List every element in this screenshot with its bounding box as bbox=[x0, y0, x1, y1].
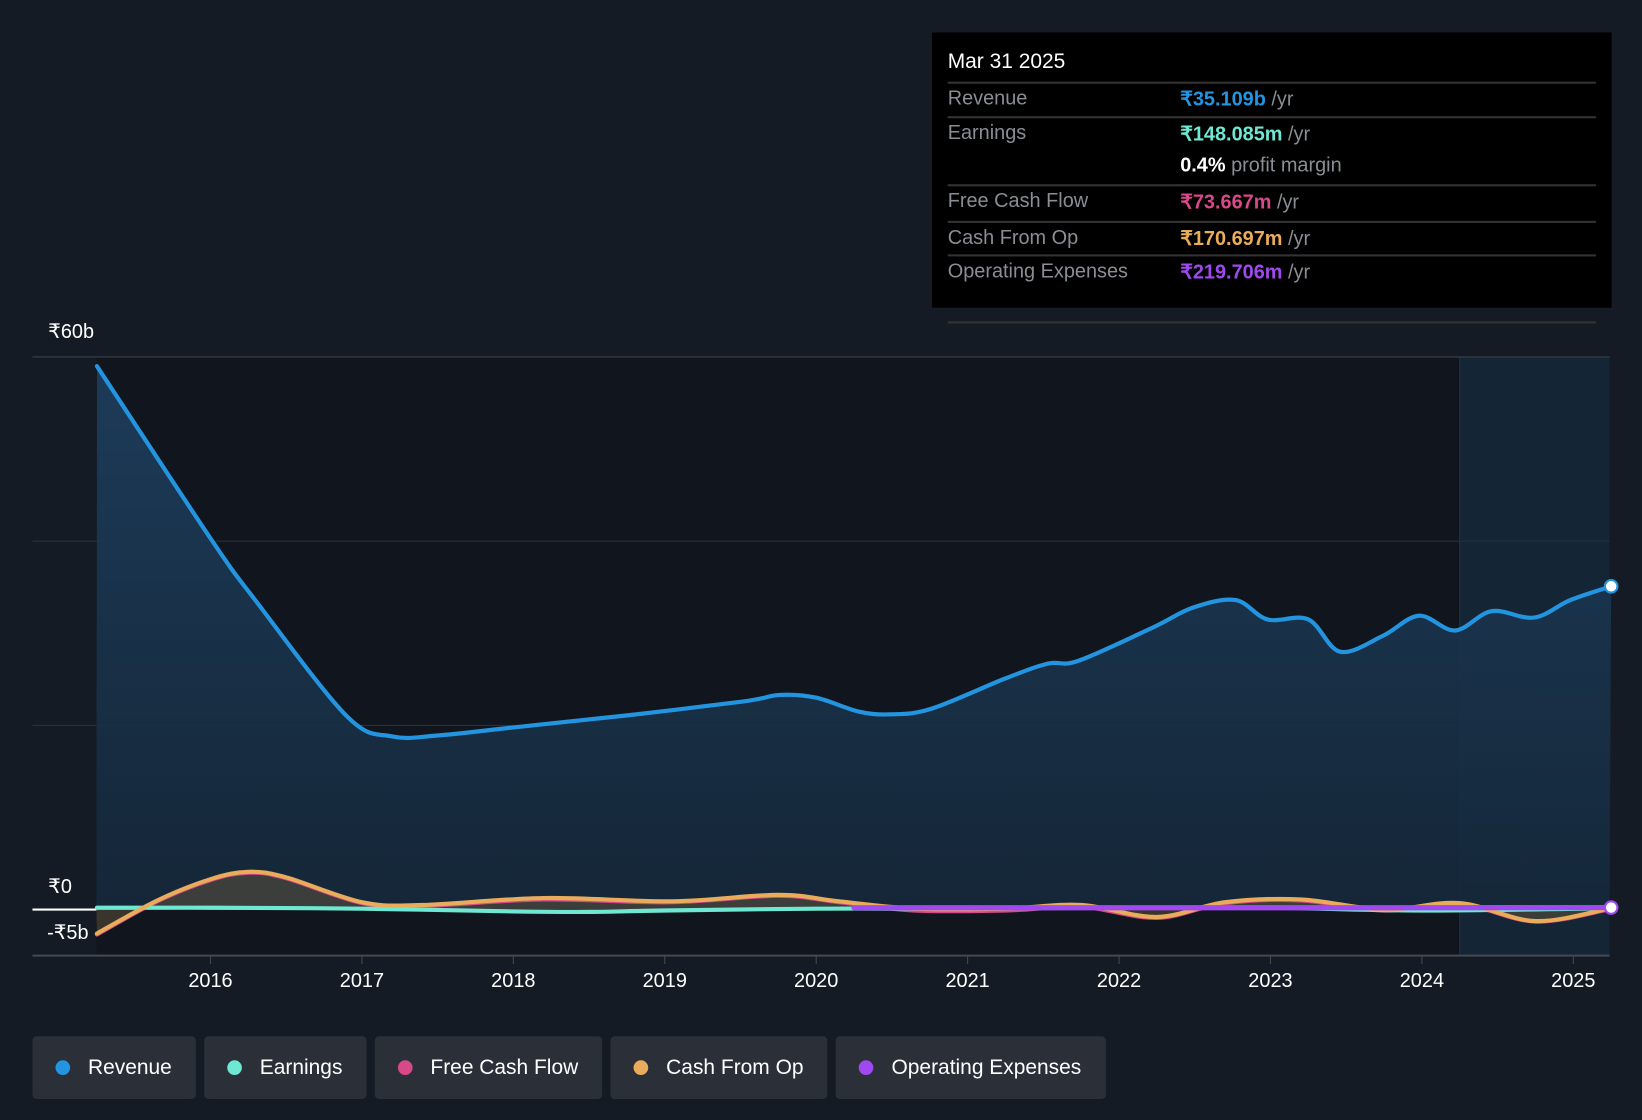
x-tick-label: 2024 bbox=[1399, 970, 1445, 993]
y-tick-label: ₹60b bbox=[48, 321, 95, 344]
legend-item-free-cash-flow[interactable]: Free Cash Flow bbox=[374, 1036, 603, 1100]
x-tick-label: 2021 bbox=[945, 970, 990, 993]
legend: Revenue Earnings Free Cash Flow Cash From O… bbox=[32, 1036, 1106, 1100]
x-tick-label: 2020 bbox=[794, 970, 839, 993]
unit-text: /yr bbox=[1282, 228, 1311, 251]
legend-label: Operating Expenses bbox=[891, 1055, 1082, 1079]
tooltip-value: 0.4% profit margin bbox=[1180, 155, 1341, 178]
value-text: ₹170.697m bbox=[1180, 228, 1283, 251]
tooltip-row: Free Cash Flow ₹73.667m /yr bbox=[947, 184, 1596, 220]
legend-label: Earnings bbox=[259, 1055, 343, 1079]
unit-text: /yr bbox=[1271, 191, 1300, 214]
tooltip-label: Cash From Op bbox=[947, 227, 1079, 250]
tooltip-label: Operating Expenses bbox=[947, 260, 1129, 283]
y-tick-label: -₹5b bbox=[47, 922, 89, 945]
tooltip-date: Mar 31 2025 bbox=[947, 50, 1066, 74]
legend-label: Revenue bbox=[87, 1055, 172, 1079]
legend-item-revenue[interactable]: Revenue bbox=[32, 1036, 196, 1100]
tooltip: Mar 31 2025 Revenue ₹35.109b /yr Earnings ₹… bbox=[932, 32, 1612, 324]
value-text: ₹219.706m bbox=[1180, 261, 1283, 284]
legend-label: Free Cash Flow bbox=[430, 1055, 579, 1079]
legend-dot-icon bbox=[55, 1060, 71, 1075]
tooltip-value: ₹219.706m /yr bbox=[1180, 261, 1310, 285]
tooltip-value: ₹170.697m /yr bbox=[1180, 227, 1310, 251]
x-tick-label: 2018 bbox=[491, 970, 536, 993]
legend-item-earnings[interactable]: Earnings bbox=[204, 1036, 367, 1100]
unit-text: /yr bbox=[1282, 261, 1311, 284]
legend-dot-icon bbox=[633, 1060, 649, 1075]
legend-item-operating-expenses[interactable]: Operating Expenses bbox=[835, 1036, 1106, 1100]
tooltip-value: ₹73.667m /yr bbox=[1180, 190, 1299, 214]
value-text: 0.4% bbox=[1180, 154, 1226, 177]
revenue-end-marker bbox=[1603, 578, 1619, 594]
tooltip-row: Revenue ₹35.109b /yr bbox=[947, 81, 1596, 118]
x-tick-label: 2023 bbox=[1248, 970, 1293, 993]
tooltip-label: Free Cash Flow bbox=[947, 190, 1089, 213]
x-tick-label: 2019 bbox=[642, 970, 687, 993]
x-tick-label: 2025 bbox=[1551, 970, 1596, 993]
legend-dot-icon bbox=[859, 1060, 874, 1075]
tooltip-row: Cash From Op ₹170.697m /yr bbox=[947, 220, 1596, 257]
x-tick-label: 2016 bbox=[188, 970, 233, 993]
tooltip-label: Revenue bbox=[947, 87, 1028, 110]
tooltip-label: Earnings bbox=[947, 122, 1027, 145]
tooltip-row: 0.4% profit margin bbox=[948, 151, 1596, 184]
value-text: ₹148.085m bbox=[1180, 123, 1283, 146]
legend-dot-icon bbox=[227, 1060, 242, 1075]
divider bbox=[947, 321, 1596, 324]
x-tick-label: 2017 bbox=[339, 970, 385, 993]
unit-text: profit margin bbox=[1225, 154, 1342, 177]
tooltip-row: Operating Expenses ₹219.706m /yr bbox=[947, 254, 1596, 290]
tooltip-value: ₹35.109b /yr bbox=[1180, 88, 1293, 112]
unit-text: /yr bbox=[1265, 88, 1294, 111]
legend-dot-icon bbox=[397, 1060, 413, 1075]
value-text: ₹35.109b bbox=[1180, 88, 1266, 111]
chart-stage: ₹60b ₹0 -₹5b 2016 2017 2018 2019 2020 2021 202… bbox=[0, 0, 1642, 1120]
unit-text: /yr bbox=[1282, 123, 1311, 146]
tooltip-row: Earnings ₹148.085m /yr bbox=[947, 116, 1596, 152]
operating-expenses-end-marker bbox=[1603, 900, 1619, 915]
legend-label: Cash From Op bbox=[666, 1055, 804, 1079]
tooltip-value: ₹148.085m /yr bbox=[1180, 122, 1310, 146]
y-tick-label: ₹0 bbox=[48, 876, 72, 899]
x-tick-label: 2022 bbox=[1096, 970, 1142, 993]
legend-item-cash-from-op[interactable]: Cash From Op bbox=[610, 1036, 828, 1100]
value-text: ₹73.667m bbox=[1180, 191, 1272, 214]
